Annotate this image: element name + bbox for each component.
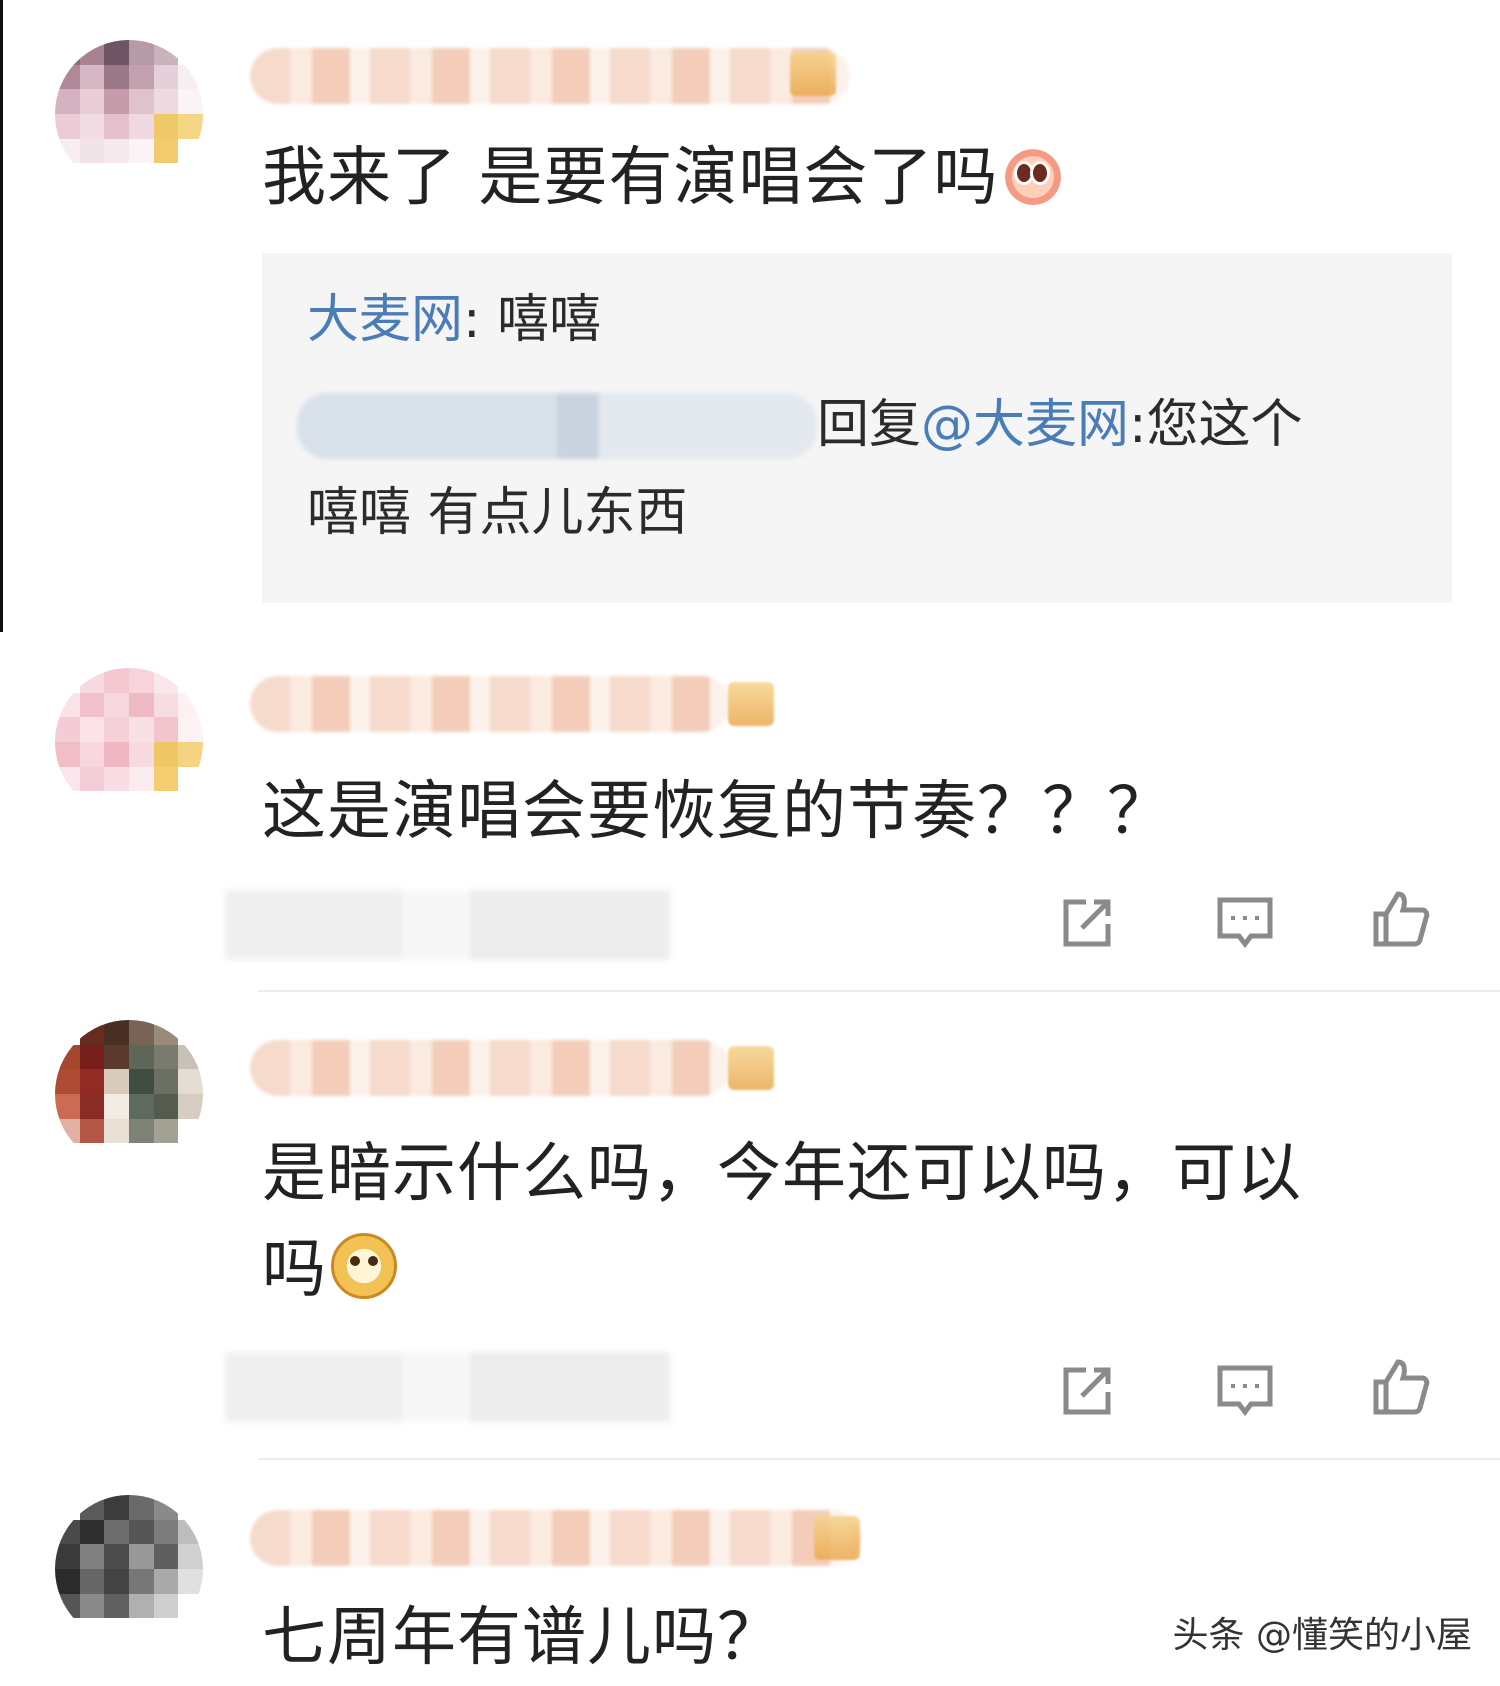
comment-text: 七周年有谱儿吗？: [262, 1601, 782, 1675]
timestamp-blurred: [225, 1352, 670, 1422]
reply-text: :您这个: [1129, 395, 1303, 455]
reply-line-3: 嘻嘻 有点儿东西: [307, 483, 688, 543]
share-icon[interactable]: [1058, 892, 1118, 952]
reply-text: : 嘻嘻: [463, 290, 602, 350]
reply-author-link[interactable]: 大麦网: [307, 290, 463, 350]
vip-badge-icon: [728, 1046, 774, 1090]
comment-text-line-1: 是暗示什么吗，今年还可以吗，可以: [262, 1137, 1302, 1211]
thumbs-up-icon[interactable]: [1370, 888, 1430, 948]
comment-icon[interactable]: [1215, 892, 1275, 952]
username-blurred[interactable]: [250, 48, 850, 104]
vip-badge-icon: [814, 1516, 860, 1560]
thumbs-up-icon[interactable]: [1370, 1356, 1430, 1416]
username-blurred[interactable]: [250, 1040, 730, 1096]
vip-badge-icon: [728, 682, 774, 726]
avatar[interactable]: [55, 1020, 203, 1168]
doge-emoji-icon: [331, 1233, 397, 1300]
reply-line-1: 大麦网: 嘻嘻: [307, 280, 601, 360]
reply-mention-link[interactable]: @大麦网: [921, 395, 1129, 455]
comment-text: 这是演唱会要恢复的节奏？？？: [262, 775, 1172, 849]
reply-line-2: 回复@大麦网:您这个: [817, 385, 1303, 465]
share-icon[interactable]: [1058, 1360, 1118, 1420]
comment-text-content: 吗: [262, 1233, 327, 1307]
comment-text-line-2: 吗: [262, 1222, 397, 1318]
avatar[interactable]: [55, 668, 203, 816]
watermark: 头条 @懂笑的小屋: [1172, 1615, 1472, 1656]
comment-text: 我来了 是要有演唱会了吗: [262, 130, 1065, 226]
reply-username-blurred[interactable]: [297, 393, 817, 459]
comment-divider: [258, 990, 1500, 992]
timestamp-blurred: [225, 890, 670, 960]
vip-badge-icon: [790, 52, 836, 96]
comment-text-content: 我来了 是要有演唱会了吗: [262, 141, 999, 215]
shy-face-emoji-icon: [1002, 143, 1065, 206]
reply-preview-box[interactable]: 大麦网: 嘻嘻 回复@大麦网:您这个 嘻嘻 有点儿东西: [262, 253, 1452, 603]
reply-action-label: 回复: [817, 395, 922, 455]
comment-icon[interactable]: [1215, 1360, 1275, 1420]
left-border: [0, 0, 3, 632]
comment-divider: [258, 1458, 1500, 1460]
username-blurred[interactable]: [250, 1510, 860, 1566]
username-blurred[interactable]: [250, 676, 730, 732]
avatar[interactable]: [55, 1495, 203, 1643]
avatar[interactable]: [55, 40, 203, 188]
